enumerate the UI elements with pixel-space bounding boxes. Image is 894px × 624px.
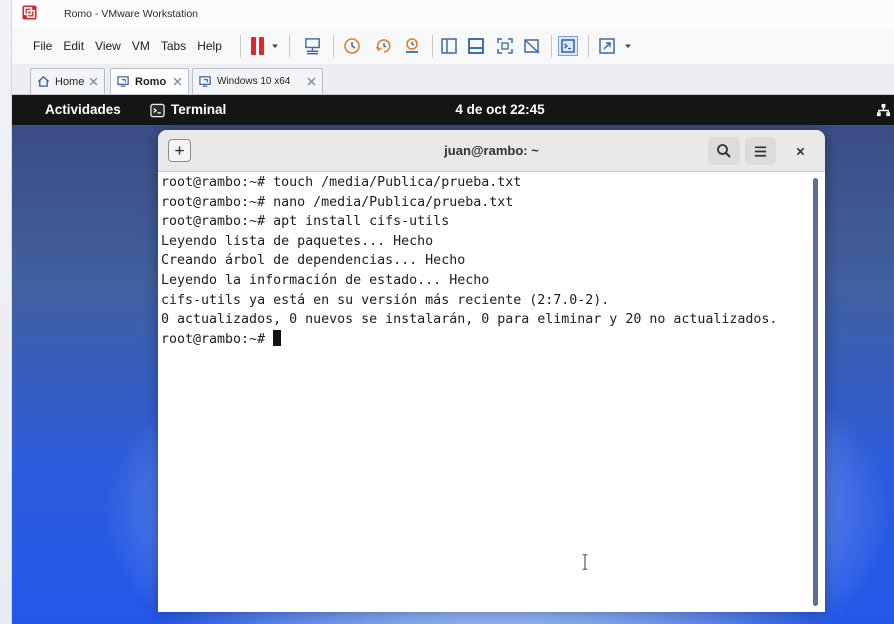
terminal-output[interactable]: root@rambo:~# touch /media/Publica/prueb… [158,172,825,612]
terminal-line: 0 actualizados, 0 nuevos se instalarán, … [161,312,778,328]
close-icon [796,147,804,155]
toolbar-separator [333,35,334,57]
fit-guest-icon[interactable] [496,35,514,57]
activities-button[interactable]: Actividades [45,102,121,118]
close-window-button[interactable] [790,141,810,161]
text-cursor [273,329,282,346]
menu-file[interactable]: File [33,39,52,53]
host-desktop-edge [0,0,12,624]
vmware-icon [22,5,37,20]
toolbar-separator [240,35,241,57]
close-icon[interactable] [307,77,316,86]
home-icon [37,75,50,88]
terminal-scrollbar[interactable] [813,178,818,606]
terminal-prompt-line: root@rambo:~# [161,329,825,350]
vm-console[interactable]: Actividades Terminal 4 de oct 22:45 juan… [12,95,894,624]
search-button[interactable] [708,137,740,165]
tab-home[interactable]: Home [30,68,105,94]
app-menu[interactable]: Terminal [150,102,226,118]
menu-view[interactable]: View [95,39,121,53]
terminal-headerbar: juan@rambo: ~ [158,130,825,172]
window-title: Romo - VMware Workstation [64,8,199,20]
thumbnail-bar-icon[interactable] [467,35,485,57]
tab-bar: Home Romo Windows 10 x64 [12,64,894,95]
toolbar-separator [551,35,552,57]
menu-button[interactable] [745,137,776,165]
menu-bar: File Edit View VM Tabs Help [12,29,894,64]
full-screen-icon[interactable] [598,35,616,57]
gnome-top-bar: Actividades Terminal 4 de oct 22:45 [12,95,894,125]
send-ctrl-alt-del-icon[interactable] [302,35,322,57]
terminal-line: cifs-utils ya está en su versión más rec… [161,292,610,308]
terminal-line: root@rambo:~# apt install cifs-utils [161,214,450,230]
library-view-icon[interactable] [440,35,458,57]
menu-items: File Edit View VM Tabs Help [33,39,222,53]
terminal-window: juan@rambo: ~ root@rambo:~# touch /media… [158,130,825,612]
menu-help[interactable]: Help [197,39,222,53]
terminal-line: Leyendo lista de paquetes... Hecho [161,233,434,249]
close-icon[interactable] [89,77,98,86]
screenshot: Romo - VMware Workstation File Edit View… [0,0,894,624]
app-menu-label: Terminal [171,102,227,117]
toolbar-separator [588,35,589,57]
unity-icon[interactable] [523,35,541,57]
mouse-ibeam-cursor [581,553,589,571]
clock[interactable]: 4 de oct 22:45 [455,102,544,118]
manage-snapshots-icon[interactable] [403,35,421,57]
vm-icon [199,75,212,88]
tab-label: Romo [135,75,167,88]
dropdown-caret-icon[interactable] [270,35,280,57]
terminal-line: Creando árbol de dependencias... Hecho [161,253,466,269]
window-titlebar: Romo - VMware Workstation [12,0,894,29]
terminal-icon [150,103,165,118]
console-view-icon[interactable] [558,35,578,57]
pause-bar [258,37,264,55]
toolbar-separator [289,35,290,57]
terminal-prompt: root@rambo:~# [161,331,274,347]
tab-windows-10-x64[interactable]: Windows 10 x64 [192,68,323,94]
search-icon [717,144,731,158]
close-icon[interactable] [173,77,182,86]
menu-edit[interactable]: Edit [63,39,84,53]
terminal-line: Leyendo la información de estado... Hech… [161,272,490,288]
dropdown-caret-icon[interactable] [623,35,633,57]
menu-vm[interactable]: VM [132,39,150,53]
toolbar-separator [432,35,433,57]
take-snapshot-icon[interactable] [343,35,361,57]
hamburger-icon [754,145,767,157]
menu-tabs[interactable]: Tabs [161,39,186,53]
vm-icon [117,75,130,88]
tab-label: Home [55,75,85,88]
tab-romo[interactable]: Romo [110,68,189,94]
terminal-line: root@rambo:~# touch /media/Publica/prueb… [161,175,522,190]
tab-label: Windows 10 x64 [217,76,291,87]
network-icon[interactable] [876,103,891,118]
terminal-line: root@rambo:~# nano /media/Publica/prueba… [161,194,514,210]
revert-snapshot-icon[interactable] [375,35,393,57]
pause-bar [250,37,256,55]
pause-icon[interactable] [250,35,264,57]
